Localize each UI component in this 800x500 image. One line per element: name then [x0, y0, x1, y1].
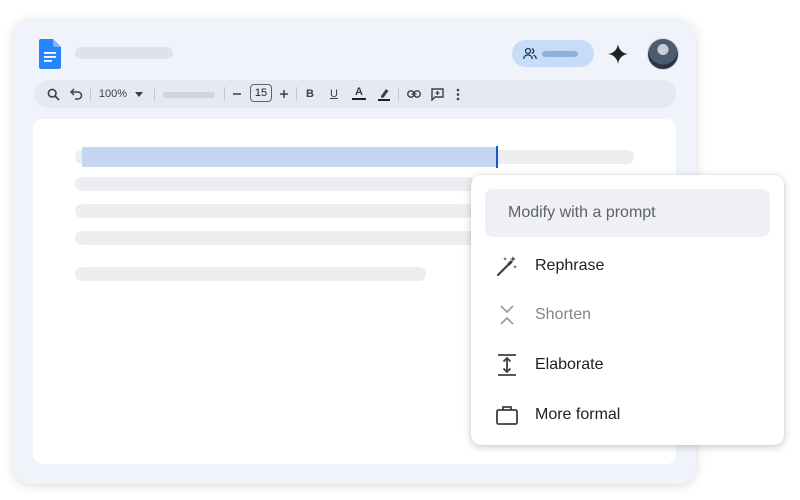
docs-logo-icon — [39, 39, 61, 69]
text-line-placeholder — [75, 231, 475, 245]
document-title-placeholder[interactable] — [75, 47, 173, 59]
people-icon — [523, 47, 537, 60]
toolbar-divider — [90, 87, 91, 101]
bold-button[interactable]: B — [303, 86, 317, 102]
menu-item-label: Rephrase — [535, 257, 605, 274]
text-cursor — [496, 146, 498, 168]
toolbar-divider — [224, 87, 225, 101]
decrease-font-size-icon[interactable] — [231, 86, 243, 102]
underline-button[interactable]: U — [327, 86, 341, 102]
font-size-input[interactable]: 15 — [250, 84, 272, 102]
modify-prompt-input[interactable]: Modify with a prompt — [485, 189, 770, 237]
ai-modify-menu: Modify with a prompt Rephrase Shorten El… — [471, 175, 784, 445]
selected-text-highlight[interactable] — [82, 147, 496, 167]
toolbar-divider — [296, 87, 297, 101]
user-avatar[interactable] — [647, 38, 679, 70]
search-icon[interactable] — [45, 86, 61, 102]
toolbar-divider — [154, 87, 155, 101]
expand-icon — [498, 354, 516, 376]
menu-item-label: Shorten — [535, 306, 592, 323]
menu-item-more-formal[interactable]: More formal — [471, 393, 784, 437]
increase-font-size-icon[interactable] — [278, 86, 290, 102]
text-color-button[interactable]: A — [352, 86, 366, 100]
gemini-sparkle-icon[interactable] — [607, 43, 629, 65]
more-options-icon[interactable] — [452, 86, 464, 102]
menu-item-elaborate[interactable]: Elaborate — [471, 343, 784, 387]
magic-wand-icon — [496, 256, 517, 277]
share-button[interactable] — [512, 40, 594, 67]
zoom-dropdown-icon[interactable] — [134, 86, 144, 102]
toolbar-divider — [398, 87, 399, 101]
menu-item-label: Elaborate — [535, 356, 604, 373]
add-comment-icon[interactable] — [429, 86, 445, 102]
collapse-icon — [500, 305, 514, 325]
menu-item-label: More formal — [535, 406, 621, 423]
font-family-select[interactable] — [163, 92, 215, 98]
menu-item-rephrase[interactable]: Rephrase — [471, 244, 784, 288]
share-label-placeholder — [542, 51, 578, 57]
formatting-toolbar: 100% 15 B U A — [34, 80, 676, 108]
menu-item-shorten[interactable]: Shorten — [471, 293, 784, 337]
zoom-select[interactable]: 100% — [96, 86, 130, 102]
text-line-placeholder — [75, 204, 475, 218]
text-line-placeholder — [75, 177, 475, 191]
undo-icon[interactable] — [68, 86, 84, 102]
briefcase-icon — [496, 406, 518, 425]
text-line-placeholder — [75, 267, 426, 281]
insert-link-icon[interactable] — [406, 86, 422, 102]
highlight-color-icon[interactable] — [376, 86, 392, 102]
